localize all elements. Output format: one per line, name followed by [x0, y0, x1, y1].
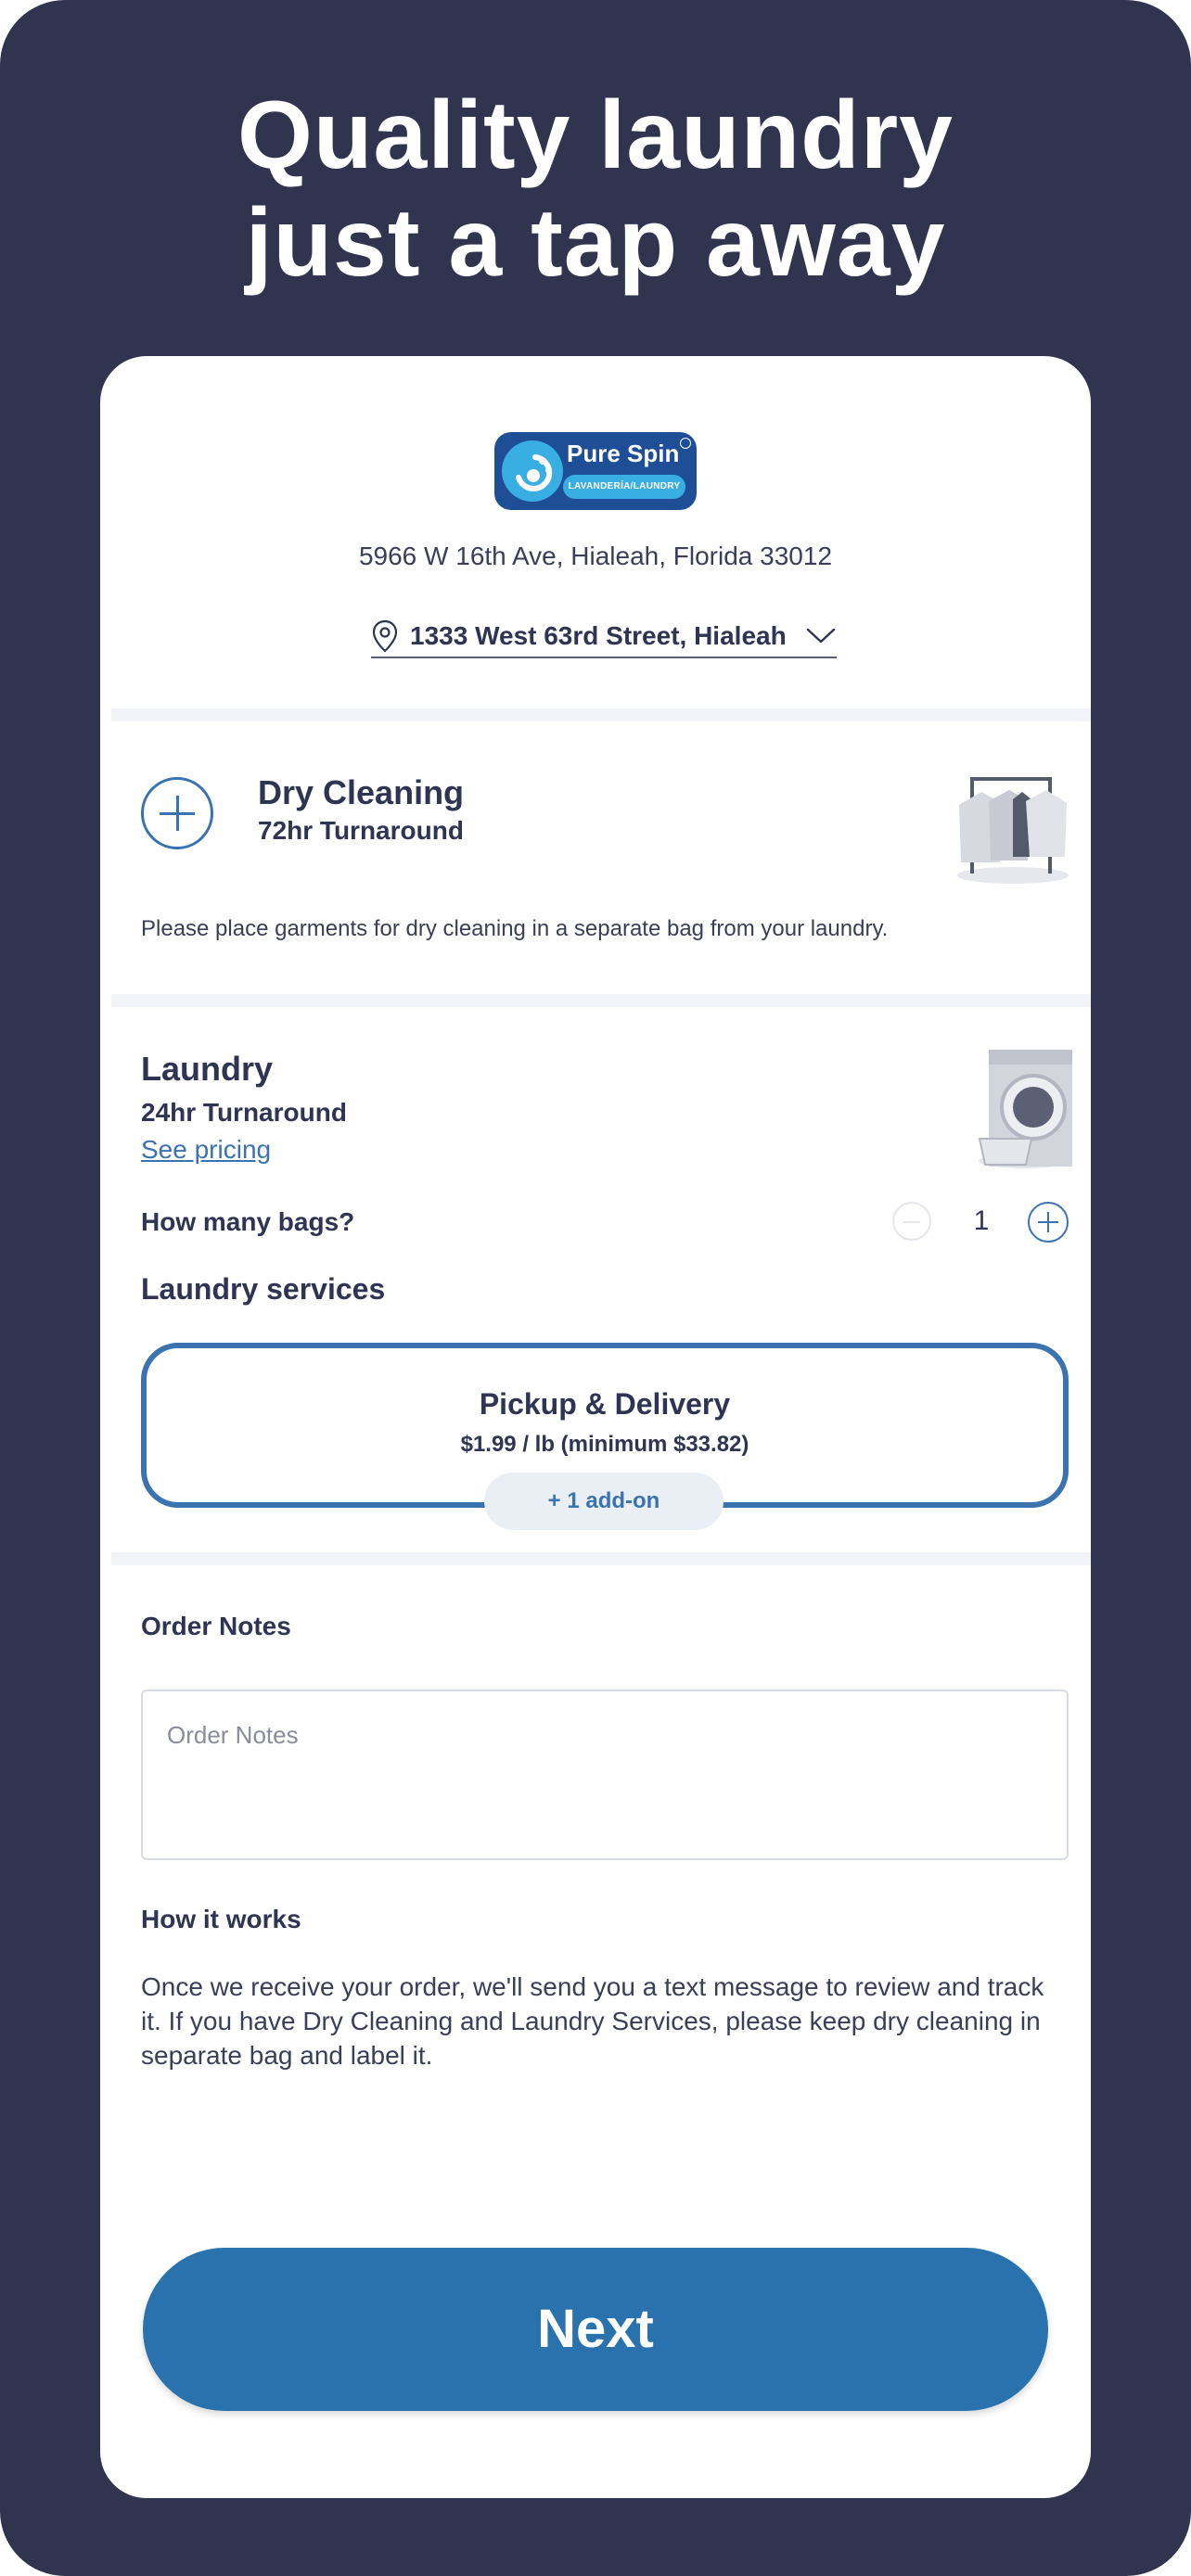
decrease-bags-button[interactable] — [892, 1202, 931, 1241]
next-button[interactable]: Next — [143, 2248, 1048, 2411]
store-address: 5966 W 16th Ave, Hialeah, Florida 33012 — [358, 542, 833, 570]
clothing-rack-icon — [957, 777, 1069, 884]
order-card: Pure Spin LAVANDERÍA/LAUNDRY 5966 W 16th… — [100, 356, 1091, 2498]
bags-count-label: How many bags? — [141, 1207, 355, 1236]
order-notes-input[interactable] — [141, 1690, 1069, 1860]
how-it-works-title: How it works — [141, 1905, 301, 1933]
selected-location: 1333 West 63rd Street, Hialeah — [410, 621, 787, 650]
registered-mark-icon — [680, 438, 691, 449]
section-divider — [111, 994, 1091, 1007]
see-pricing-link[interactable]: See pricing — [141, 1135, 271, 1165]
laundry-title: Laundry — [141, 1050, 274, 1088]
increase-bags-button[interactable] — [1028, 1202, 1069, 1243]
washing-machine-icon — [978, 1050, 1072, 1168]
section-divider — [111, 708, 1091, 721]
laundry-turnaround: 24hr Turnaround — [141, 1098, 347, 1127]
laundry-services-title: Laundry services — [141, 1272, 386, 1306]
dry-cleaning-turnaround: 72hr Turnaround — [258, 816, 464, 845]
order-notes-title: Order Notes — [141, 1612, 291, 1640]
bags-count-value: 1 — [973, 1205, 990, 1236]
location-pin-icon — [372, 619, 398, 653]
how-it-works-text: Once we receive your order, we'll send y… — [141, 1972, 1044, 2070]
brand-logo: Pure Spin LAVANDERÍA/LAUNDRY — [494, 432, 697, 510]
service-name: Pickup & Delivery — [479, 1387, 731, 1421]
brand-logo-mark — [502, 440, 563, 502]
chevron-down-icon — [806, 628, 836, 644]
headline: Quality laundry just a tap away — [0, 82, 1191, 297]
section-divider — [111, 1552, 1091, 1565]
brand-tagline: LAVANDERÍA/LAUNDRY — [563, 475, 685, 499]
dry-cleaning-note: Please place garments for dry cleaning i… — [141, 916, 889, 941]
service-price: $1.99 / lb (minimum $33.82) — [460, 1432, 749, 1457]
add-dry-cleaning-button[interactable] — [141, 777, 213, 849]
headline-line-1: Quality laundry — [237, 82, 954, 189]
dry-cleaning-title: Dry Cleaning — [258, 773, 465, 811]
app-frame: Quality laundry just a tap away Pure Spi… — [0, 0, 1191, 2576]
headline-line-2: just a tap away — [245, 189, 946, 297]
brand-name: Pure Spin — [567, 440, 680, 467]
location-dropdown[interactable]: 1333 West 63rd Street, Hialeah — [371, 616, 837, 658]
addon-button[interactable]: + 1 add-on — [484, 1473, 724, 1530]
